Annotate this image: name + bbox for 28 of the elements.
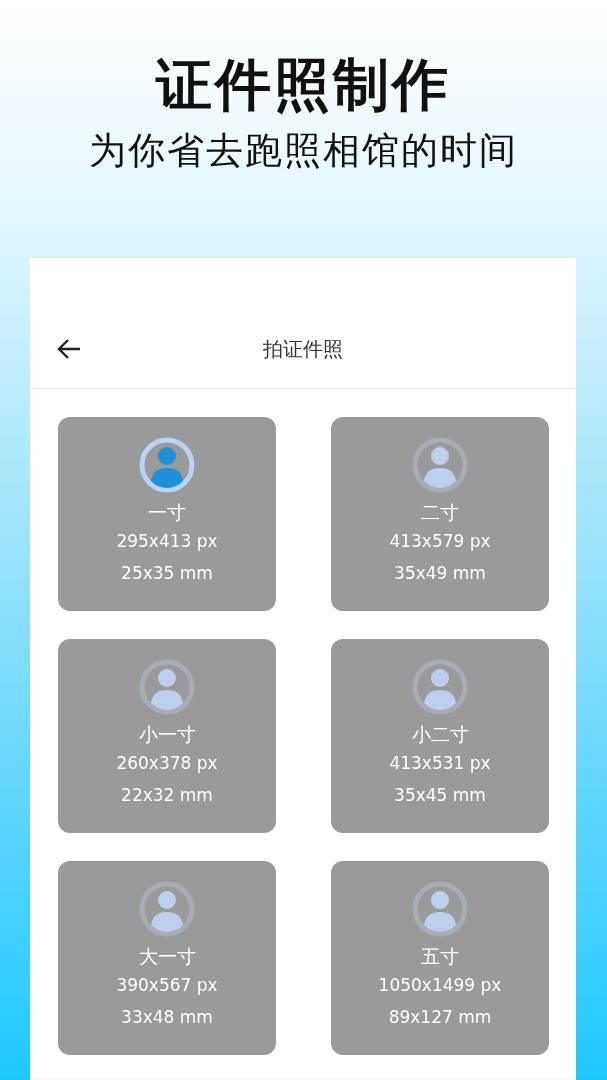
photo-size-card[interactable]: 小二寸 413x531 px 35x45 mm <box>331 639 549 833</box>
millimeter-size: 89x127 mm <box>388 1006 492 1029</box>
size-name: 小二寸 <box>411 722 469 747</box>
pixel-size: 295x413 px <box>116 530 218 553</box>
photo-size-card[interactable]: 小一寸 260x378 px 22x32 mm <box>58 639 276 833</box>
size-name: 二寸 <box>421 500 459 525</box>
pixel-size: 413x531 px <box>389 752 491 775</box>
millimeter-size: 33x48 mm <box>121 1006 213 1029</box>
millimeter-size: 22x32 mm <box>121 784 213 807</box>
photo-size-card[interactable]: 五寸 1050x1499 px 89x127 mm <box>331 861 549 1055</box>
millimeter-size: 35x45 mm <box>394 784 486 807</box>
pixel-size: 413x579 px <box>389 530 491 553</box>
headline: 证件照制作 <box>156 51 451 119</box>
size-name: 大一寸 <box>138 944 196 969</box>
pixel-size: 390x567 px <box>116 974 218 997</box>
millimeter-size: 25x35 mm <box>121 562 213 585</box>
pixel-size: 260x378 px <box>116 752 218 775</box>
size-name: 五寸 <box>421 944 459 969</box>
pixel-size: 1050x1499 px <box>378 974 502 997</box>
subheadline: 为你省去跑照相馆的时间 <box>89 128 518 174</box>
photo-size-card[interactable]: 二寸 413x579 px 35x49 mm <box>331 417 549 611</box>
millimeter-size: 35x49 mm <box>394 562 486 585</box>
back-arrow-icon[interactable] <box>56 338 82 360</box>
size-name: 小一寸 <box>138 722 196 747</box>
screen-title: 拍证件照 <box>263 335 343 363</box>
photo-size-card[interactable]: 一寸 295x413 px 25x35 mm <box>58 417 276 611</box>
size-name: 一寸 <box>148 500 186 525</box>
photo-size-card[interactable]: 大一寸 390x567 px 33x48 mm <box>58 861 276 1055</box>
